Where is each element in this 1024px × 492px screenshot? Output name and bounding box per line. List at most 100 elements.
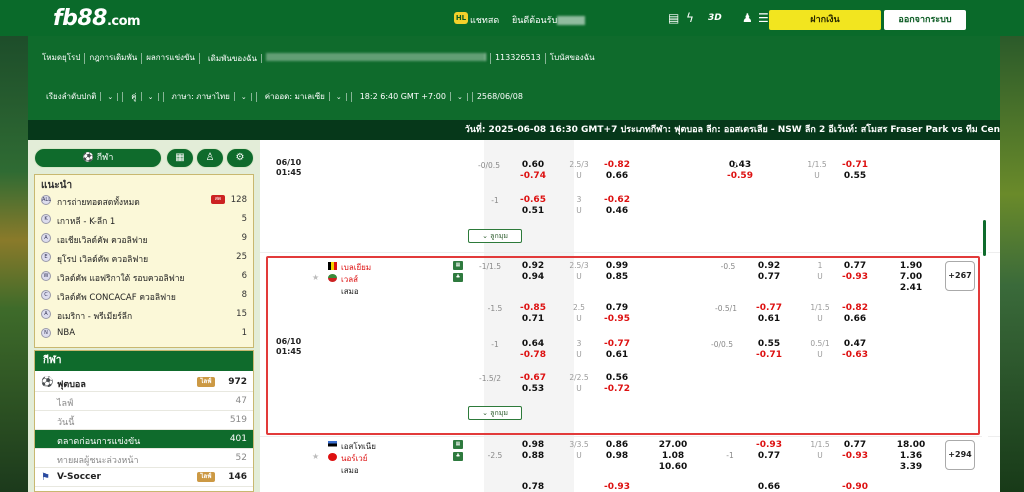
handicap-line: -0/0.5	[478, 161, 500, 170]
timezone-select[interactable]: 18:2 6:40 GMT +7:00 ⌄	[352, 92, 473, 102]
recommended-item[interactable]: W เวิลด์คัพ แอฟริกาใต้ รอบควอลิฟาย 6	[35, 267, 253, 286]
chevron-down-icon: ⌄	[236, 93, 252, 101]
1x2-draw[interactable]: 10.60	[656, 462, 690, 472]
nav-betting-rules[interactable]: กฎการเดิมพัน	[85, 53, 143, 64]
odds-cell[interactable]: 0.55	[840, 171, 870, 181]
recommended-item[interactable]: N NBA 1	[35, 324, 253, 343]
live-badge: ไลฟ์	[197, 377, 215, 387]
recommended-item[interactable]: C เวิลด์คัพ CONCACAF ควอลิฟาย 8	[35, 286, 253, 305]
vsoccer-icon: ⚑	[41, 472, 50, 483]
odds-cell[interactable]: 0.98	[518, 440, 548, 450]
live-badge: สด	[211, 195, 225, 204]
sports-tab[interactable]: ⚽ กีฬา	[34, 148, 162, 168]
left-panel: ⚽ กีฬา ▦ ♙ ⚙ แนะนำ ALL การถ่ายทอดสดทั้งห…	[28, 140, 260, 492]
odds-cell[interactable]: 0.77	[754, 451, 784, 461]
handicap-line: -1	[491, 196, 499, 205]
nav-my-bets[interactable]: เดิมพันของฉัน	[200, 53, 491, 64]
live-chat-link[interactable]: แชทสด	[470, 13, 499, 27]
live-stats-icon[interactable]: ▦	[453, 440, 463, 449]
user-icon[interactable]: ♟	[742, 11, 753, 25]
nav-my-bonus[interactable]: โบนัสของฉัน	[546, 53, 599, 64]
league-icon: ALL	[41, 195, 51, 205]
handicap-line: -2.5	[487, 451, 503, 460]
logout-button[interactable]: ออกจากระบบ	[884, 10, 966, 30]
highlighted-match-frame	[266, 256, 980, 435]
sort-select[interactable]: เรียงลำดับปกติ ⌄	[38, 92, 124, 102]
odds-cell[interactable]: -0.82	[602, 160, 632, 170]
1x2-away[interactable]: 1.08	[656, 451, 690, 461]
sports-list-title: กีฬา	[35, 351, 253, 371]
odds-cell[interactable]: 0.98	[602, 451, 632, 461]
odds-cell[interactable]: 0.60	[518, 160, 548, 170]
settings-tab[interactable]: ⚙	[226, 148, 254, 168]
odds-cell[interactable]: -0.71	[840, 160, 870, 170]
odds-cell[interactable]: 0.86	[602, 440, 632, 450]
nav-results[interactable]: ผลการแข่งขัน	[142, 53, 200, 64]
recommended-item[interactable]: A อเมริกา - พรีเมียร์ลีก 15	[35, 305, 253, 324]
odds-cell[interactable]: -0.65	[518, 195, 548, 205]
odds-type-select[interactable]: ค่าออด: มาเลเซีย ⌄	[257, 92, 352, 102]
lightning-icon[interactable]: ϟ	[686, 11, 694, 25]
gear-icon: ⚙	[235, 152, 245, 163]
redacted-balance	[265, 53, 486, 61]
corners-expander[interactable]: ⌄ ลูกมุม	[468, 229, 522, 243]
site-logo[interactable]: fb88.com	[53, 6, 141, 31]
recommended-item[interactable]: E ยุโรป เวิลด์คัพ ควอลิฟาย 25	[35, 248, 253, 267]
odds-cell[interactable]: -0.59	[725, 171, 755, 181]
sport-subitem[interactable]: วันนี้ 519	[35, 411, 253, 430]
scrollbar-thumb[interactable]	[983, 220, 986, 256]
3d-icon[interactable]: 3D	[708, 11, 722, 25]
match-tracker-icon[interactable]: ♣	[453, 452, 463, 461]
recommended-item[interactable]: ALL การถ่ายทอดสดทั้งหมด สด 128	[35, 191, 253, 210]
sport-subitem-active[interactable]: ตลาดก่อนการแข่งขัน 401	[35, 430, 253, 449]
recommended-box: แนะนำ ALL การถ่ายทอดสดทั้งหมด สด 128 K เ…	[34, 174, 254, 348]
odds-cell[interactable]: 0.46	[602, 206, 632, 216]
current-date: 2568/06/08	[476, 92, 523, 101]
odds-cell[interactable]: 0.78	[518, 482, 548, 492]
pairs-select[interactable]: คู่ ⌄	[123, 92, 164, 102]
bet-slip-icon[interactable]: ▤	[668, 11, 679, 25]
odds-cell[interactable]: 0.43	[725, 160, 755, 170]
sport-subitem[interactable]: ไลฟ์ 47	[35, 392, 253, 411]
recommended-item[interactable]: K เกาหลี - K-ลีก 1 5	[35, 210, 253, 229]
1x2-home[interactable]: 18.00	[894, 440, 928, 450]
match-time: 01:45	[276, 168, 302, 177]
odds-cell[interactable]: -0.93	[754, 440, 784, 450]
odds-cell[interactable]: 0.51	[518, 206, 548, 216]
sport-item-vsoccer[interactable]: ⚑ V-Soccer ไลฟ์ 146	[35, 468, 253, 487]
1x2-away[interactable]: 1.36	[894, 451, 928, 461]
ou-under: U	[814, 171, 820, 180]
chat-icon[interactable]: HL	[454, 12, 468, 24]
odds-cell[interactable]: 0.66	[602, 171, 632, 181]
sport-subitem[interactable]: ทายผลผู้ชนะล่วงหน้า 52	[35, 449, 253, 468]
odds-cell[interactable]: -0.93	[602, 482, 632, 492]
odds-cell[interactable]: 0.88	[518, 451, 548, 461]
1x2-home[interactable]: 27.00	[656, 440, 690, 450]
odds-cell[interactable]: -0.93	[840, 451, 870, 461]
checklist-icon[interactable]: ☰	[758, 11, 769, 25]
chevron-down-icon: ⌄	[143, 93, 159, 101]
league-icon: K	[41, 214, 51, 224]
odds-cell[interactable]: 0.77	[840, 440, 870, 450]
odds-cell[interactable]: -0.90	[840, 482, 870, 492]
table-scrollbar[interactable]	[982, 140, 988, 492]
norway-flag-icon	[328, 453, 337, 461]
draw-label: เสมอ	[341, 466, 359, 475]
recommended-item[interactable]: A เอเชียเวิลด์คัพ ควอลิฟาย 9	[35, 229, 253, 248]
more-markets-button[interactable]: +294	[945, 440, 975, 470]
calendar-tab[interactable]: ▦	[166, 148, 194, 168]
right-background-art	[1000, 34, 1024, 492]
sport-item-football[interactable]: ⚽ ฟุตบอล ไลฟ์ 972	[35, 373, 253, 392]
chevron-down-icon: ⌄	[452, 93, 468, 101]
deposit-button[interactable]: ฝากเงิน	[769, 10, 881, 30]
language-select[interactable]: ภาษา: ภาษาไทย ⌄	[164, 92, 257, 102]
odds-cell[interactable]: -0.74	[518, 171, 548, 181]
favorite-star-icon[interactable]: ★	[312, 452, 319, 461]
nav-european-mode[interactable]: โหมดยุโรป	[38, 53, 86, 64]
profile-tab[interactable]: ♙	[196, 148, 224, 168]
odds-cell[interactable]: 0.66	[754, 482, 784, 492]
odds-cell[interactable]: -0.62	[602, 195, 632, 205]
match-date: 06/10	[276, 158, 302, 167]
welcome-text: ยินดีต้อนรับ	[512, 13, 586, 27]
1x2-draw[interactable]: 3.39	[894, 462, 928, 472]
